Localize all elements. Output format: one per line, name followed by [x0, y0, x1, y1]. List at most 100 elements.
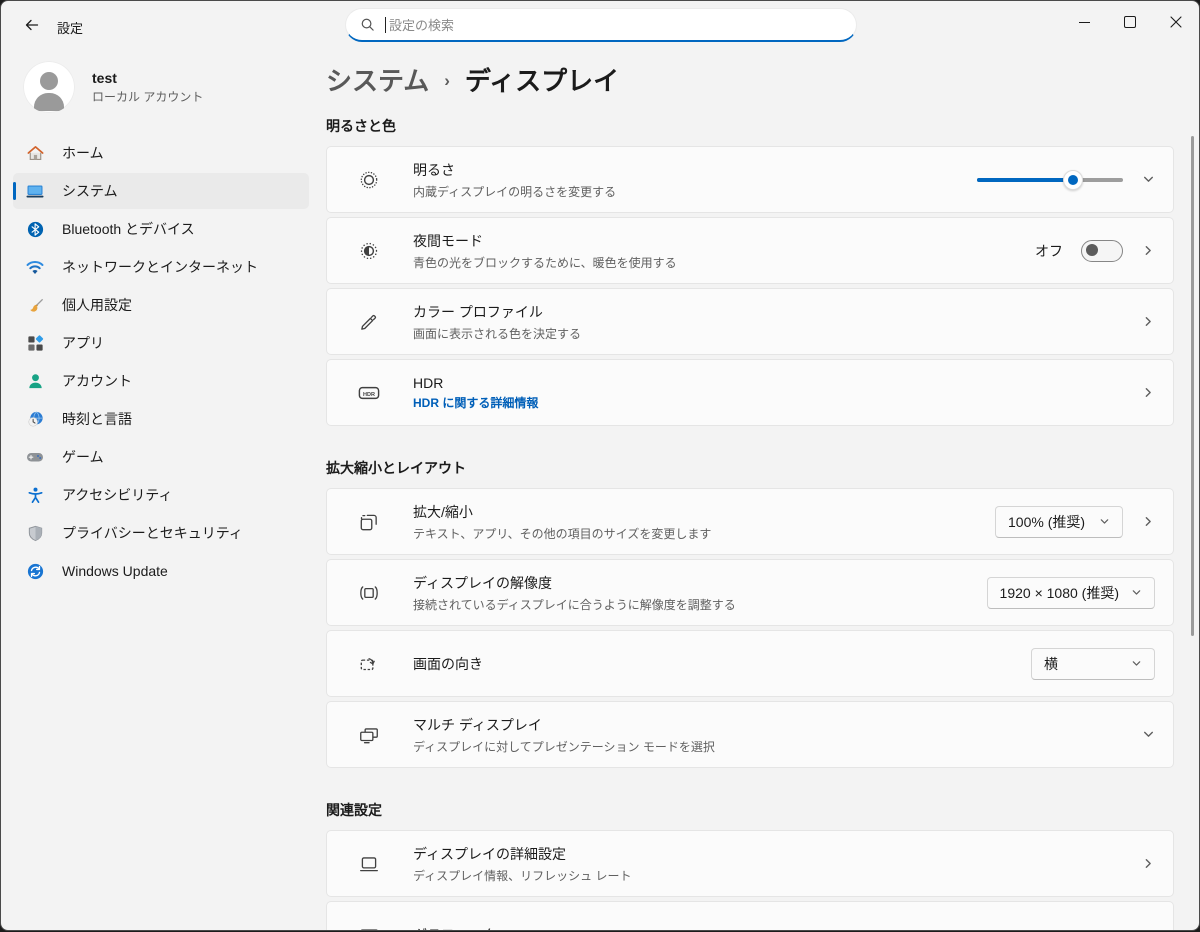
time-language-icon [25, 409, 45, 429]
section-scale-layout: 拡大縮小とレイアウト [326, 460, 466, 476]
resolution-value: 1920 × 1080 (推奨) [999, 584, 1119, 601]
brightness-expand-button[interactable] [1141, 173, 1155, 187]
orientation-dropdown[interactable]: 横 [1031, 647, 1155, 680]
sidebar-item-label: 時刻と言語 [62, 411, 132, 427]
user-name: test [92, 69, 117, 86]
brightness-row: 明るさ 内蔵ディスプレイの明るさを変更する [326, 146, 1174, 213]
sidebar-item-label: ネットワークとインターネット [62, 259, 258, 275]
system-icon [25, 181, 45, 201]
titlebar: 設定 設定の検索 [1, 1, 1199, 49]
search-input[interactable]: 設定の検索 [345, 8, 857, 42]
multi-display-row[interactable]: マルチ ディスプレイ ディスプレイに対してプレゼンテーション モードを選択 [326, 701, 1174, 768]
chevron-down-icon [1132, 661, 1141, 666]
avatar [23, 61, 75, 113]
window-controls [1061, 1, 1199, 43]
advanced-display-chevron[interactable] [1141, 857, 1155, 871]
chevron-down-icon [1132, 590, 1141, 595]
minimize-icon [1078, 21, 1090, 23]
multi-display-icon [357, 724, 381, 746]
sidebar-item-windows-update[interactable]: Windows Update [13, 553, 309, 589]
night-mode-title: 夜間モード [413, 232, 483, 249]
hdr-title: HDR [413, 374, 444, 391]
sidebar-item-accounts[interactable]: アカウント [13, 363, 309, 399]
sidebar-item-accessibility[interactable]: アクセシビリティ [13, 477, 309, 513]
home-icon [25, 143, 45, 163]
brightness-slider[interactable] [977, 169, 1123, 190]
night-mode-link-button[interactable] [1141, 244, 1155, 258]
apps-icon [25, 333, 45, 353]
night-mode-row[interactable]: 夜間モード 青色の光をブロックするために、暖色を使用する オフ [326, 217, 1174, 284]
sidebar-item-label: 個人用設定 [62, 297, 132, 313]
sidebar-item-privacy-security[interactable]: プライバシーとセキュリティ [13, 515, 309, 551]
sidebar-item-label: ゲーム [62, 449, 104, 465]
scale-icon [357, 511, 381, 533]
windows-update-icon [25, 561, 45, 581]
sidebar-item-label: アプリ [62, 335, 104, 351]
maximize-button[interactable] [1107, 1, 1153, 43]
slider-fill [977, 177, 1074, 182]
brightness-title: 明るさ [413, 161, 455, 178]
sidebar-item-gaming[interactable]: ゲーム [13, 439, 309, 475]
multi-display-expand-button[interactable] [1141, 728, 1155, 742]
hdr-row[interactable]: HDR HDR HDR に関する詳細情報 [326, 359, 1174, 426]
close-button[interactable] [1153, 1, 1199, 43]
maximize-icon [1124, 16, 1136, 28]
advanced-display-row[interactable]: ディスプレイの詳細設定 ディスプレイ情報、リフレッシュ レート [326, 830, 1174, 897]
sidebar-item-personalization[interactable]: 個人用設定 [13, 287, 309, 323]
section-brightness-color: 明るさと色 [326, 118, 396, 134]
sidebar-item-apps[interactable]: アプリ [13, 325, 309, 361]
sidebar-item-system[interactable]: システム [13, 173, 309, 209]
slider-thumb[interactable] [1063, 169, 1084, 190]
sidebar-item-label: Bluetooth とデバイス [62, 221, 195, 237]
scrollbar[interactable] [1191, 136, 1194, 636]
resolution-row: ディスプレイの解像度 接続されているディスプレイに合うように解像度を調整する 1… [326, 559, 1174, 626]
sidebar-item-time-language[interactable]: 時刻と言語 [13, 401, 309, 437]
text-cursor [385, 16, 386, 33]
resolution-title: ディスプレイの解像度 [413, 574, 553, 591]
night-mode-toggle[interactable] [1081, 239, 1123, 262]
resolution-dropdown[interactable]: 1920 × 1080 (推奨) [986, 576, 1155, 609]
scale-chevron[interactable] [1141, 515, 1155, 529]
breadcrumb-separator-icon: › [444, 71, 450, 90]
search-icon [361, 18, 374, 31]
hdr-info-link[interactable]: HDR に関する詳細情報 [413, 394, 538, 411]
bluetooth-icon [25, 219, 45, 239]
color-profile-subtitle: 画面に表示される色を決定する [413, 326, 582, 341]
sidebar: test ローカル アカウント ホーム システム Bluetooth とデバイス… [1, 49, 321, 930]
sidebar-item-bluetooth-devices[interactable]: Bluetooth とデバイス [13, 211, 309, 247]
graphics-chevron[interactable] [1141, 928, 1155, 931]
back-button[interactable] [13, 9, 51, 41]
eyedropper-icon [357, 311, 381, 333]
accessibility-icon [25, 485, 45, 505]
color-profile-title: カラー プロファイル [413, 303, 543, 320]
orientation-row: 画面の向き 横 [326, 630, 1174, 697]
color-profile-chevron[interactable] [1141, 315, 1155, 329]
back-arrow-icon [25, 19, 39, 31]
breadcrumb-system[interactable]: システム [326, 61, 429, 98]
search-placeholder: 設定の検索 [389, 18, 455, 33]
advanced-display-subtitle: ディスプレイ情報、リフレッシュ レート [413, 868, 632, 883]
chevron-right-icon [1142, 928, 1155, 931]
resolution-subtitle: 接続されているディスプレイに合うように解像度を調整する [413, 597, 736, 612]
chevron-down-icon [1143, 176, 1153, 182]
night-mode-subtitle: 青色の光をブロックするために、暖色を使用する [413, 255, 677, 270]
sidebar-item-home[interactable]: ホーム [13, 135, 309, 171]
hdr-icon: HDR [357, 381, 381, 405]
advanced-display-title: ディスプレイの詳細設定 [413, 845, 567, 862]
scale-dropdown[interactable]: 100% (推奨) [995, 505, 1123, 538]
accounts-icon [25, 371, 45, 391]
chevron-down-icon [1143, 731, 1153, 737]
scale-title: 拡大/縮小 [413, 503, 473, 520]
chevron-down-icon [1100, 519, 1109, 524]
color-profile-row[interactable]: カラー プロファイル 画面に表示される色を決定する [326, 288, 1174, 355]
hdr-chevron[interactable] [1141, 386, 1155, 400]
chevron-right-icon [1145, 517, 1151, 526]
minimize-button[interactable] [1061, 1, 1107, 43]
brightness-sun-icon [357, 169, 381, 191]
graphics-row[interactable]: グラフィック [326, 901, 1174, 931]
sidebar-item-network-internet[interactable]: ネットワークとインターネット [13, 249, 309, 285]
user-profile[interactable]: test ローカル アカウント [1, 49, 321, 123]
brightness-subtitle: 内蔵ディスプレイの明るさを変更する [413, 184, 617, 199]
scale-row: 拡大/縮小 テキスト、アプリ、その他の項目のサイズを変更します 100% (推奨… [326, 488, 1174, 555]
night-light-icon [357, 240, 381, 262]
